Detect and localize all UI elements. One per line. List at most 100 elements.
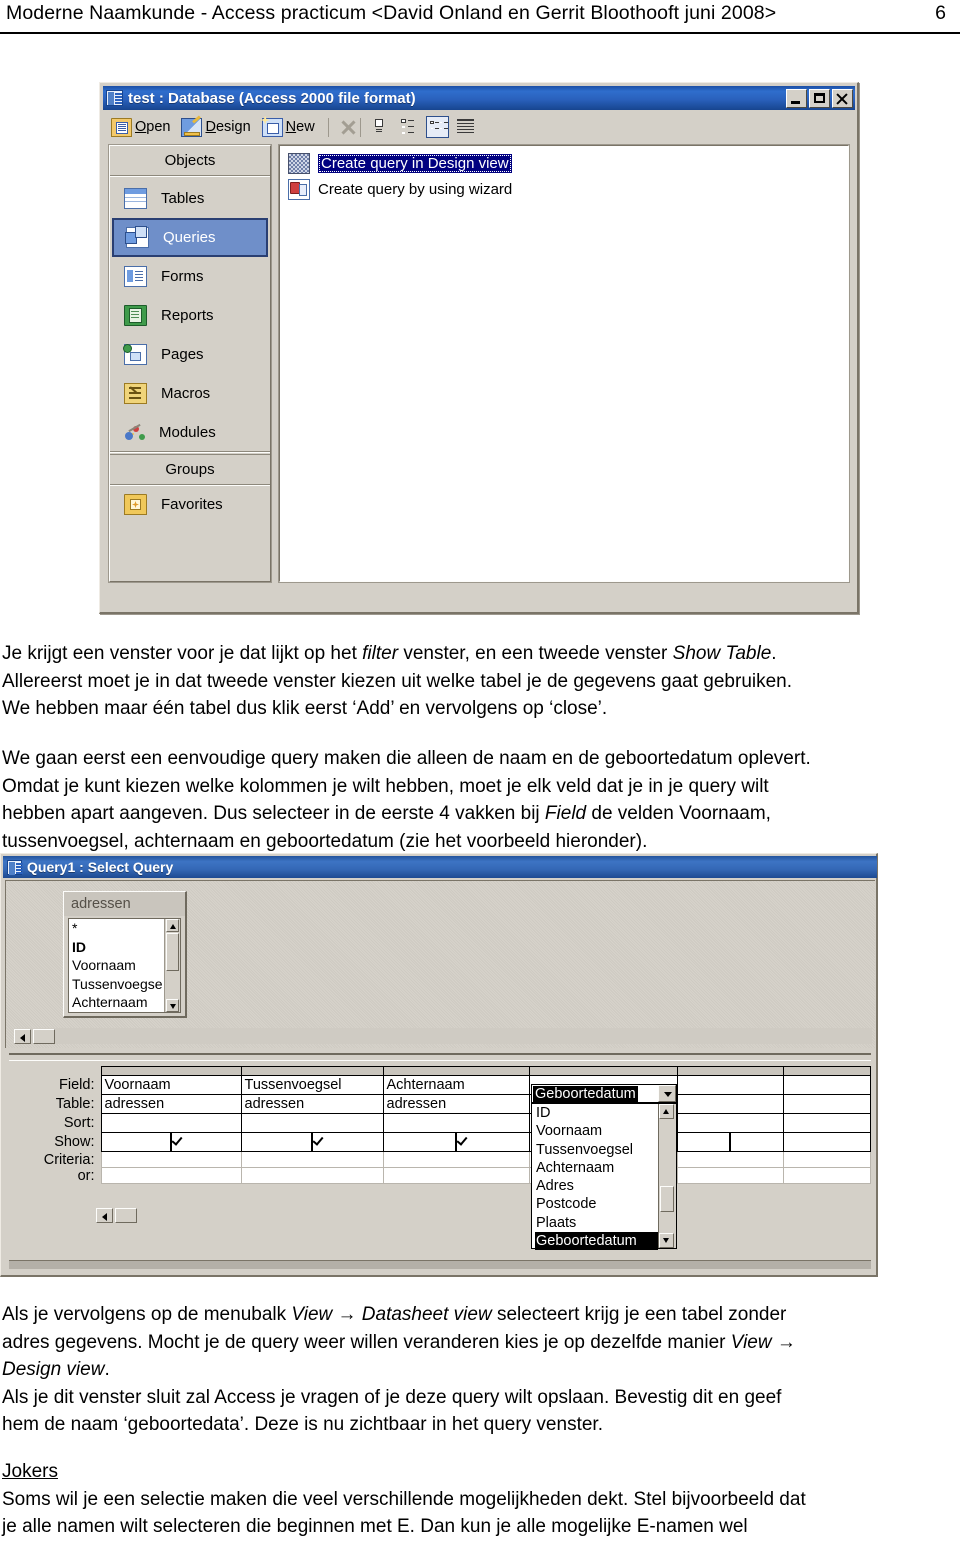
- dropdown-option[interactable]: Plaats: [535, 1214, 658, 1232]
- field-dropdown[interactable]: Geboortedatum ID Voornaam Tussenvoegsel …: [531, 1084, 677, 1251]
- sidebar-item-favorites[interactable]: Favorites: [110, 485, 270, 524]
- scrollbar-thumb[interactable]: [115, 1208, 137, 1223]
- or-cell[interactable]: [676, 1167, 784, 1184]
- scrollbar-thumb[interactable]: [166, 933, 179, 971]
- list-view-icon[interactable]: [425, 116, 449, 138]
- sidebar-item-pages[interactable]: Pages: [110, 335, 270, 374]
- scroll-up-icon[interactable]: [659, 1104, 674, 1119]
- scroll-up-icon[interactable]: [166, 919, 179, 932]
- sort-cell[interactable]: [382, 1113, 530, 1133]
- criteria-cell[interactable]: [100, 1151, 242, 1168]
- show-checkbox[interactable]: [455, 1133, 457, 1151]
- field-list-scrollbar[interactable]: [164, 919, 180, 1012]
- column-selector[interactable]: [240, 1066, 384, 1076]
- close-icon[interactable]: [832, 88, 853, 108]
- criteria-cell[interactable]: [240, 1151, 384, 1168]
- sidebar-item-queries[interactable]: Queries: [112, 218, 268, 257]
- dropdown-option[interactable]: ID: [535, 1104, 658, 1122]
- field-cell[interactable]: Tussenvoegsel: [240, 1075, 384, 1095]
- dropdown-option[interactable]: Voornaam: [535, 1122, 658, 1140]
- sort-cell[interactable]: [240, 1113, 384, 1133]
- table-cell[interactable]: [782, 1094, 871, 1114]
- dropdown-option-selected[interactable]: Geboortedatum: [535, 1232, 658, 1251]
- table-cell[interactable]: [676, 1094, 784, 1114]
- sidebar-item-forms[interactable]: Forms: [110, 257, 270, 296]
- or-cell[interactable]: [782, 1167, 871, 1184]
- chevron-down-icon[interactable]: [658, 1085, 676, 1102]
- delete-x-icon[interactable]: [338, 118, 358, 137]
- small-icons-view-icon[interactable]: [398, 116, 421, 138]
- scrollbar-thumb[interactable]: [33, 1028, 55, 1044]
- open-button[interactable]: Open: [111, 117, 170, 137]
- list-item[interactable]: *: [72, 919, 164, 938]
- field-dropdown-list[interactable]: ID Voornaam Tussenvoegsel Achternaam Adr…: [531, 1103, 677, 1251]
- field-cell[interactable]: Achternaam: [382, 1075, 530, 1095]
- table-cell[interactable]: adressen: [240, 1094, 384, 1114]
- show-cell[interactable]: [382, 1132, 530, 1152]
- or-cell[interactable]: [382, 1167, 530, 1184]
- table-field-listbox[interactable]: * ID Voornaam Tussenvoegse Achternaam: [68, 918, 181, 1013]
- maximize-icon[interactable]: [809, 88, 830, 108]
- field-cell[interactable]: [782, 1075, 871, 1095]
- sidebar-item-reports[interactable]: Reports: [110, 296, 270, 335]
- minimize-icon[interactable]: [786, 88, 807, 108]
- criteria-cell[interactable]: [782, 1151, 871, 1168]
- large-icons-view-icon[interactable]: [370, 116, 393, 138]
- criteria-cell[interactable]: [676, 1151, 784, 1168]
- sort-cell[interactable]: [676, 1113, 784, 1133]
- list-item[interactable]: Voornaam: [72, 956, 164, 975]
- details-view-icon[interactable]: [454, 116, 477, 138]
- show-cell[interactable]: [100, 1132, 242, 1152]
- scrollbar-thumb[interactable]: [660, 1186, 674, 1212]
- dropdown-scrollbar[interactable]: [658, 1104, 676, 1248]
- list-item-create-query-wizard[interactable]: Create query by using wizard: [280, 176, 848, 202]
- list-item[interactable]: ID: [72, 938, 164, 957]
- table-area-horizontal-scrollbar[interactable]: [14, 1028, 872, 1044]
- column-selector[interactable]: [782, 1066, 871, 1076]
- query-pane-splitter[interactable]: [9, 1053, 871, 1061]
- scroll-down-icon[interactable]: [659, 1233, 674, 1248]
- column-selector[interactable]: [100, 1066, 242, 1076]
- query-list-pane[interactable]: Create query in Design view Create query…: [278, 144, 850, 583]
- show-checkbox[interactable]: [311, 1133, 313, 1151]
- list-item[interactable]: Tussenvoegse: [72, 975, 164, 994]
- dropdown-option[interactable]: Adres: [535, 1177, 658, 1195]
- design-button[interactable]: Design: [181, 117, 251, 137]
- column-selector[interactable]: [528, 1066, 678, 1076]
- field-dropdown-input[interactable]: Geboortedatum: [531, 1084, 677, 1103]
- scroll-down-icon[interactable]: [166, 999, 179, 1012]
- table-cell[interactable]: adressen: [100, 1094, 242, 1114]
- scroll-left-icon[interactable]: [14, 1028, 31, 1044]
- sort-cell[interactable]: [782, 1113, 871, 1133]
- sidebar-item-tables[interactable]: Tables: [110, 179, 270, 218]
- database-client-area: Objects Tables Queries Forms Reports Pag…: [108, 144, 850, 604]
- dropdown-option[interactable]: Tussenvoegsel: [535, 1141, 658, 1159]
- table-field-box[interactable]: adressen * ID Voornaam Tussenvoegse Acht…: [63, 891, 187, 1018]
- show-checkbox[interactable]: [729, 1133, 731, 1151]
- scroll-left-icon[interactable]: [96, 1208, 113, 1223]
- field-cell[interactable]: Voornaam: [100, 1075, 242, 1095]
- criteria-cell[interactable]: [382, 1151, 530, 1168]
- sidebar-item-macros[interactable]: Macros: [110, 374, 270, 413]
- field-cell[interactable]: [676, 1075, 784, 1095]
- sidebar-item-label: Favorites: [161, 496, 223, 513]
- table-cell[interactable]: adressen: [382, 1094, 530, 1114]
- dropdown-option[interactable]: Postcode: [535, 1195, 658, 1213]
- list-item-create-query-design[interactable]: Create query in Design view: [280, 150, 848, 176]
- grid-horizontal-scrollbar[interactable]: [96, 1208, 138, 1224]
- show-cell[interactable]: [240, 1132, 384, 1152]
- or-cell[interactable]: [240, 1167, 384, 1184]
- column-selector[interactable]: [676, 1066, 784, 1076]
- paragraph-datasheet-view: Als je vervolgens op de menubalk View → …: [2, 1301, 930, 1439]
- sort-cell[interactable]: [100, 1113, 242, 1133]
- sidebar-item-modules[interactable]: Modules: [110, 413, 270, 452]
- grid-column-headers: [9, 1066, 871, 1076]
- show-checkbox[interactable]: [170, 1133, 172, 1151]
- dropdown-option[interactable]: Achternaam: [535, 1159, 658, 1177]
- list-item[interactable]: Achternaam: [72, 993, 164, 1012]
- show-cell[interactable]: [782, 1132, 871, 1152]
- column-selector[interactable]: [382, 1066, 530, 1076]
- show-cell[interactable]: [676, 1132, 784, 1152]
- or-cell[interactable]: [100, 1167, 242, 1184]
- new-button[interactable]: New: [261, 117, 315, 137]
